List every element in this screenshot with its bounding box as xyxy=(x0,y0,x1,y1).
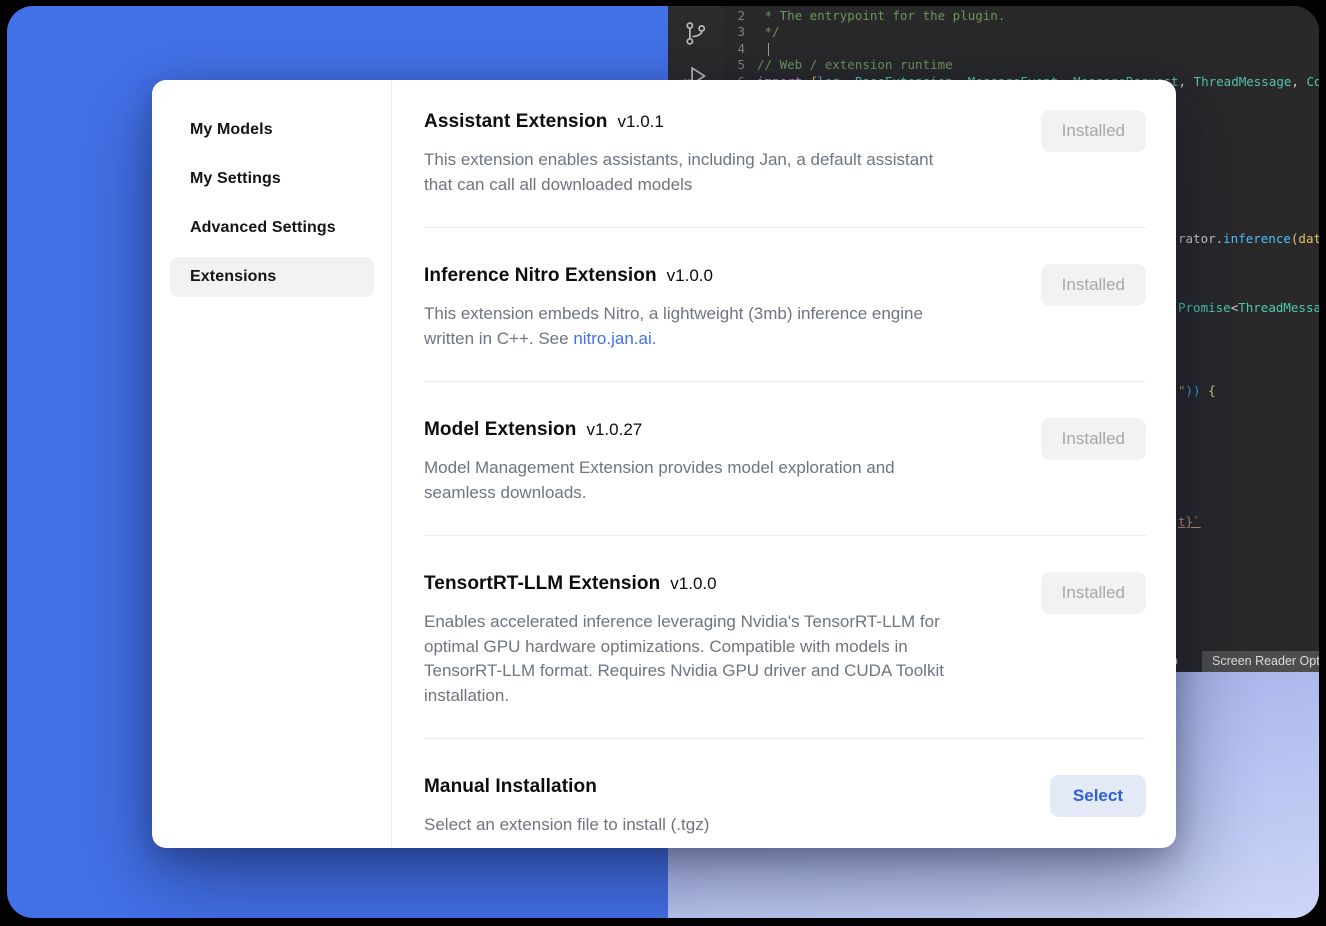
extension-row-model-extension: Model Extension v1.0.27 Model Management E… xyxy=(424,381,1146,535)
code-token: )) xyxy=(1186,383,1201,398)
code-token: * The entrypoint for the plugin. xyxy=(757,8,1005,23)
installed-button[interactable]: Installed xyxy=(1041,418,1146,460)
extension-row-tensortrt-llm-extension: TensortRT-LLM Extension v1.0.0 Enables acc… xyxy=(424,535,1146,738)
text-cursor xyxy=(768,43,769,56)
extension-info: Model Extension v1.0.27 Model Management E… xyxy=(424,418,895,505)
code-token: , xyxy=(1291,74,1306,89)
code-token: */ xyxy=(757,24,780,39)
backdrop: 2 * The entrypoint for the plugin.3 */45… xyxy=(7,6,1319,918)
extension-name: Inference Nitro Extension xyxy=(424,265,657,286)
sidebar-item-advanced-settings[interactable]: Advanced Settings xyxy=(170,208,374,248)
extension-name: TensortRT-LLM Extension xyxy=(424,573,660,594)
extension-version: v1.0.1 xyxy=(618,112,664,131)
extension-info: TensortRT-LLM Extension v1.0.0 Enables acc… xyxy=(424,572,944,708)
code-token: // Web / extension runtime xyxy=(757,57,953,72)
extensions-list: Assistant Extension v1.0.1 This extension … xyxy=(392,80,1176,848)
installed-button[interactable]: Installed xyxy=(1041,572,1146,614)
extension-description: Select an extension file to install (.tg… xyxy=(424,813,709,838)
extension-info: Manual Installation Select an extension f… xyxy=(424,775,709,838)
extension-name: Model Extension xyxy=(424,419,576,440)
extension-name: Assistant Extension xyxy=(424,111,608,132)
code-fragment: Promise<ThreadMessage> xyxy=(1178,300,1319,316)
extension-row-inference-nitro-extension: Inference Nitro Extension v1.0.0 This exte… xyxy=(424,227,1146,381)
screen-reader-status-item: Screen Reader Optimized xyxy=(1202,651,1319,672)
extension-version: v1.0.27 xyxy=(586,420,642,439)
code-token: Promise xyxy=(1178,300,1231,315)
settings-sidebar: My Models My Settings Advanced Settings Ext… xyxy=(152,80,392,848)
sidebar-item-extensions[interactable]: Extensions xyxy=(170,257,374,297)
code-fragment: t}` xyxy=(1178,514,1201,530)
editor-line-4: 4 xyxy=(723,41,1319,58)
code-fragment: ")) { xyxy=(1178,383,1216,399)
code-token xyxy=(1201,383,1209,398)
editor-line-5: 5 // Web / extension runtime xyxy=(723,57,1319,74)
sidebar-item-my-settings[interactable]: My Settings xyxy=(170,159,374,199)
line-number: 4 xyxy=(723,41,745,57)
code-token: , xyxy=(1179,74,1194,89)
extension-version: v1.0.0 xyxy=(667,266,713,285)
extension-description: Enables accelerated inference leveraging… xyxy=(424,610,944,708)
select-file-button[interactable]: Select xyxy=(1050,775,1146,817)
extension-name: Manual Installation xyxy=(424,776,597,797)
code-token: inference xyxy=(1223,231,1291,246)
installed-button[interactable]: Installed xyxy=(1041,264,1146,306)
editor-line-3: 3 */ xyxy=(723,24,1319,41)
extension-row-assistant-extension: Assistant Extension v1.0.1 This extension … xyxy=(424,80,1146,227)
code-token: t}` xyxy=(1178,514,1201,529)
code-token: ContentType xyxy=(1306,74,1319,89)
extension-description: Model Management Extension provides mode… xyxy=(424,456,895,505)
line-number: 2 xyxy=(723,8,745,24)
code-token: ThreadMessage xyxy=(1194,74,1292,89)
extension-description: This extension enables assistants, inclu… xyxy=(424,148,933,197)
line-number: 3 xyxy=(723,24,745,40)
editor-line-2: 2 * The entrypoint for the plugin. xyxy=(723,8,1319,25)
code-token: ThreadMessage xyxy=(1238,300,1319,315)
settings-panel: My Models My Settings Advanced Settings Ext… xyxy=(152,80,1176,848)
nitro-jan-ai-link[interactable]: nitro.jan.ai. xyxy=(573,329,656,348)
line-number: 5 xyxy=(723,57,745,73)
extension-info: Assistant Extension v1.0.1 This extension … xyxy=(424,110,933,197)
source-control-icon xyxy=(682,20,709,47)
code-fragment: rator.inference(data)); xyxy=(1178,231,1319,247)
extension-info: Inference Nitro Extension v1.0.0 This exte… xyxy=(424,264,923,351)
code-token: (data) xyxy=(1291,231,1319,246)
code-token: { xyxy=(1208,383,1216,398)
extension-description: This extension embeds Nitro, a lightweig… xyxy=(424,302,923,351)
sidebar-item-my-models[interactable]: My Models xyxy=(170,110,374,150)
code-token: " xyxy=(1178,383,1186,398)
code-token: rator. xyxy=(1178,231,1223,246)
extension-version: v1.0.0 xyxy=(670,574,716,593)
installed-button[interactable]: Installed xyxy=(1041,110,1146,152)
manual-installation-row: Manual Installation Select an extension f… xyxy=(424,738,1146,848)
